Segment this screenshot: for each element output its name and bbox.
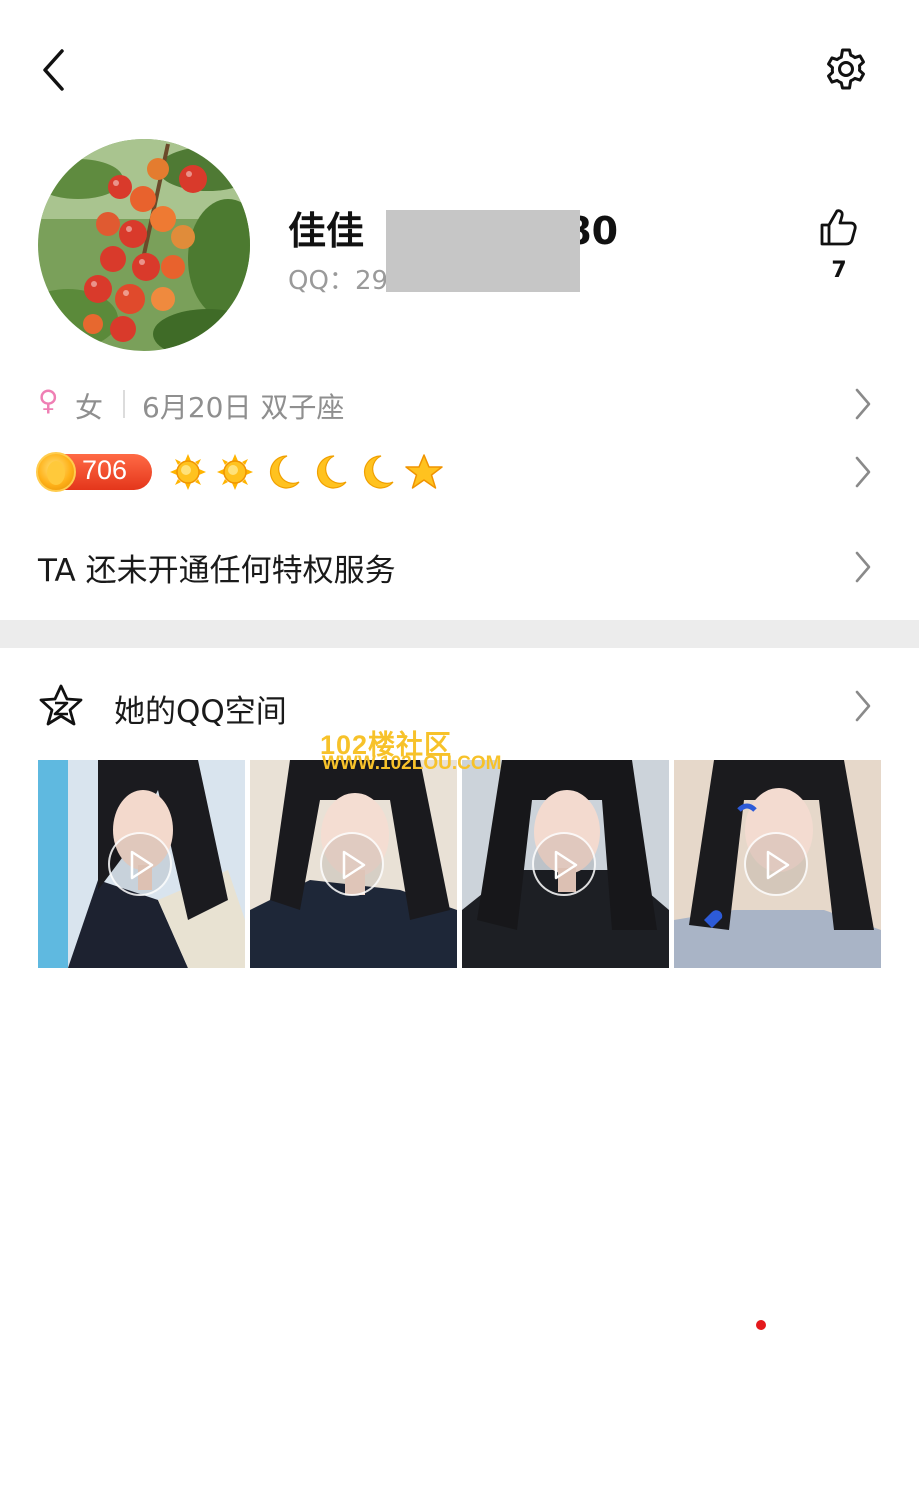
play-icon [744, 832, 808, 896]
thumbs-up-icon[interactable] [818, 206, 860, 248]
back-arrow-icon[interactable] [38, 45, 74, 95]
qzone-row[interactable]: 她的QQ空间 [38, 683, 880, 730]
nickname-visible-start: 佳佳 [288, 209, 378, 253]
play-icon [108, 832, 172, 896]
moon-icon [363, 455, 394, 489]
moon-icon [269, 455, 300, 489]
avatar[interactable] [38, 139, 250, 351]
gear-icon[interactable] [822, 45, 870, 93]
moon-icon [316, 455, 347, 489]
qzone-label: 她的QQ空间 [114, 694, 287, 730]
redaction-box [386, 210, 580, 292]
sun-icon [217, 454, 253, 490]
play-icon [532, 832, 596, 896]
video-thumbnail[interactable] [250, 760, 457, 968]
watermark-url: WWW.102LOU.COM [322, 753, 502, 774]
qzone-star-icon [39, 684, 83, 726]
qq-label: QQ： [288, 266, 355, 296]
qq-visible-start: 29 [354, 266, 389, 296]
chevron-right-icon [855, 456, 871, 488]
chevron-right-icon [855, 551, 871, 583]
coin-icon [36, 452, 76, 492]
video-thumbnail[interactable] [38, 760, 245, 968]
privilege-text: TA 还未开通任何特权服务 [38, 553, 396, 589]
qq-level-row[interactable]: 706 [36, 450, 880, 494]
level-value: 706 [82, 455, 128, 485]
notification-dot [756, 1320, 766, 1330]
star-icon [405, 454, 443, 489]
female-icon: ♀ [38, 384, 59, 417]
play-icon [320, 832, 384, 896]
birthday-text: 6月20日 双子座 [142, 391, 345, 424]
like-count: 7 [831, 258, 847, 283]
basic-info-row[interactable]: ♀ 女 6月20日 双子座 [38, 382, 880, 426]
privilege-row[interactable]: TA 还未开通任何特权服务 [38, 545, 880, 589]
level-badge: 706 [36, 452, 152, 492]
gender-text: 女 [75, 391, 104, 424]
divider [123, 390, 125, 418]
chevron-right-icon [855, 690, 871, 722]
chevron-right-icon [855, 388, 871, 420]
sun-icon [170, 454, 206, 490]
qq-number: QQ：29 [288, 260, 388, 297]
video-thumbnail[interactable] [462, 760, 669, 968]
video-thumbnail[interactable] [674, 760, 881, 968]
section-divider [0, 620, 919, 648]
